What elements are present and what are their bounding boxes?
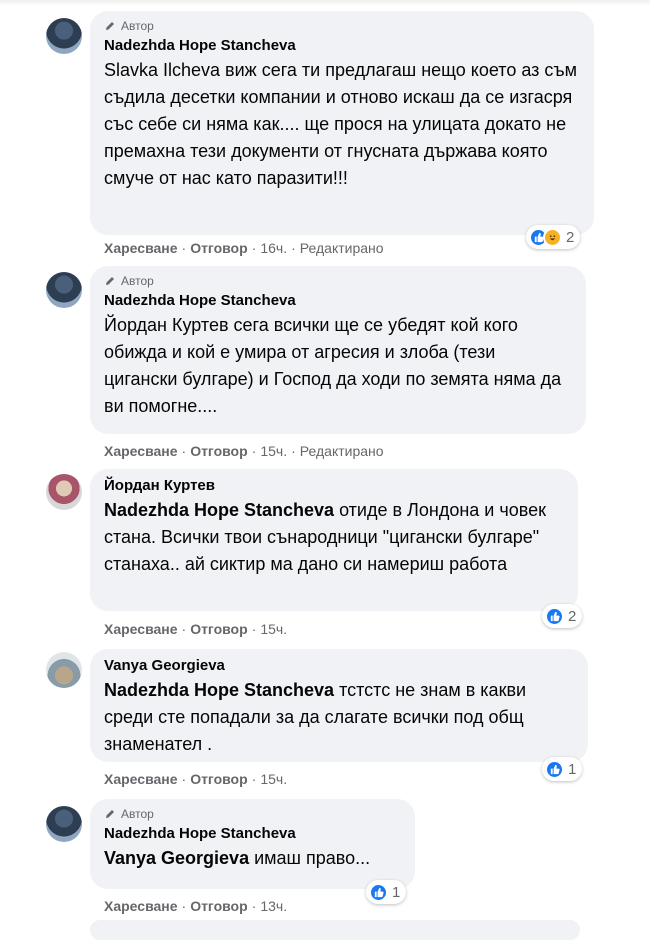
reaction-count: 1 [392,883,401,901]
like-action[interactable]: Харесване [104,898,178,914]
haha-reaction-icon [543,227,562,247]
reply-action[interactable]: Отговор [190,240,247,256]
pencil-icon [106,277,114,285]
like-action[interactable]: Харесване [104,621,178,637]
comment-actions: Харесване · Отговор · 15ч. · Редактирано [104,443,384,459]
reply-action[interactable]: Отговор [190,621,247,637]
comment-bubble: Автор Nadezhda Hope Stancheva Vanya Geor… [90,799,415,889]
pencil-icon [106,810,114,818]
edited-label: Редактирано [299,443,384,459]
comment-text: Vanya Georgieva имаш право... [104,845,401,872]
commenter-name[interactable]: Nadezhda Hope Stancheva [104,291,572,311]
reaction-count: 2 [566,228,575,246]
like-reaction-icon [369,882,388,902]
reaction-summary[interactable]: 1 [366,880,407,904]
comment-time[interactable]: 15ч. [260,443,287,459]
author-badge: Автор [104,806,401,822]
author-badge: Автор [104,273,572,289]
comment-text: Slavka Ilcheva виж сега ти предлагаш нещ… [104,60,578,188]
comment-actions: Харесване · Отговор · 15ч. [104,621,288,637]
reply-action[interactable]: Отговор [190,443,247,459]
comment-time[interactable]: 13ч. [260,898,287,914]
comment-time[interactable]: 15ч. [260,621,287,637]
comment-text-body: имаш право... [249,848,371,868]
reaction-summary[interactable]: 1 [542,757,583,781]
avatar[interactable] [46,272,82,308]
comment-bubble: Vanya Georgieva Nadezhda Hope Stancheva … [90,649,588,762]
like-action[interactable]: Харесване [104,443,178,459]
commenter-name[interactable]: Vanya Georgieva [104,656,574,676]
comment-actions: Харесване · Отговор · 16ч. · Редактирано [104,240,384,256]
author-badge-label: Автор [121,274,154,288]
commenter-name[interactable]: Йордан Куртев [104,476,564,496]
comment-actions: Харесване · Отговор · 15ч. [104,771,288,787]
author-badge: Автор [104,18,580,34]
reaction-summary[interactable]: 2 [542,604,583,628]
reply-action[interactable]: Отговор [190,898,247,914]
avatar[interactable] [46,652,82,688]
mention-link[interactable]: Nadezhda Hope Stancheva [104,680,334,700]
reply-action[interactable]: Отговор [190,771,247,787]
next-comment-bubble-cutoff [90,920,580,940]
comment-time[interactable]: 15ч. [260,771,287,787]
comment-text: Йордан Куртев сега всички ще се убедят к… [104,315,562,416]
avatar[interactable] [46,18,82,54]
comment-bubble: Йордан Куртев Nadezhda Hope Stancheva от… [90,469,578,611]
pencil-icon [106,22,114,30]
reaction-summary[interactable]: 2 [526,225,581,249]
comment-time[interactable]: 16ч. [260,240,287,256]
reaction-count: 1 [568,760,577,778]
commenter-name[interactable]: Nadezhda Hope Stancheva [104,824,401,844]
edited-label: Редактирано [299,240,384,256]
avatar[interactable] [46,806,82,842]
comment-text: Nadezhda Hope Stancheva тстстс не знам в… [104,677,574,758]
like-action[interactable]: Харесване [104,240,178,256]
comment-bubble: Автор Nadezhda Hope Stancheva Slavka Ilc… [90,11,594,235]
comment-text: Nadezhda Hope Stancheva отиде в Лондона … [104,497,564,578]
author-badge-label: Автор [121,807,154,821]
like-reaction-icon [545,759,564,779]
like-reaction-icon [545,606,564,626]
previous-comment-cutoff [0,0,650,6]
mention-link[interactable]: Nadezhda Hope Stancheva [104,500,334,520]
avatar[interactable] [46,474,82,510]
author-badge-label: Автор [121,19,154,33]
reaction-count: 2 [568,607,577,625]
commenter-name[interactable]: Nadezhda Hope Stancheva [104,36,580,56]
like-action[interactable]: Харесване [104,771,178,787]
comment-bubble: Автор Nadezhda Hope Stancheva Йордан Кур… [90,266,586,434]
mention-link[interactable]: Vanya Georgieva [104,848,249,868]
comment-actions: Харесване · Отговор · 13ч. [104,898,288,914]
